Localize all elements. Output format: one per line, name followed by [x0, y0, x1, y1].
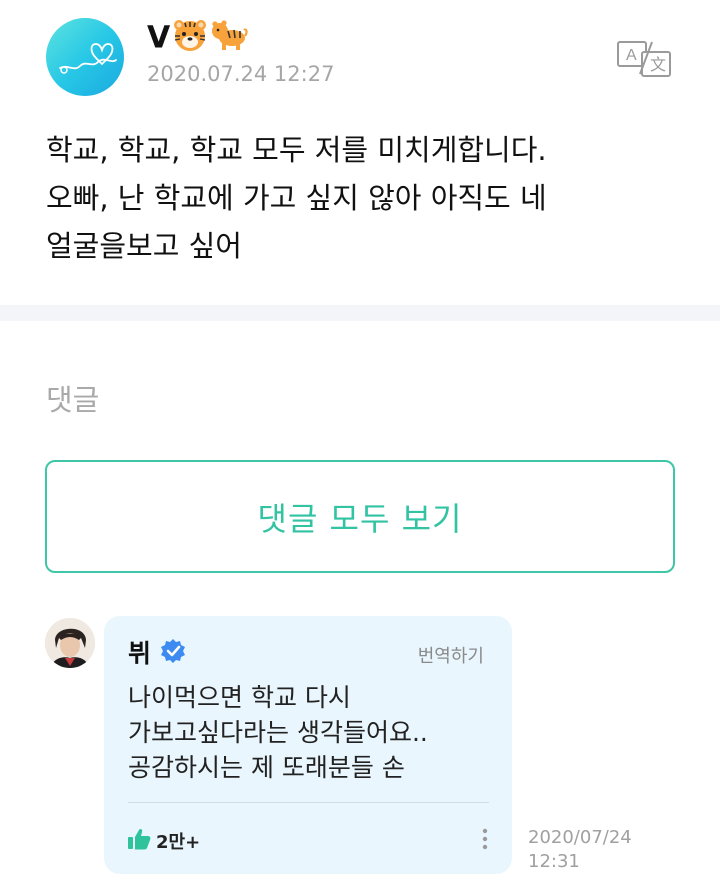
post-header: V 2020.07.24 12:27 A 文: [0, 0, 720, 110]
comment-text-line: 공감하시는 제 또래분들 손: [128, 753, 405, 782]
svg-text:文: 文: [650, 56, 666, 74]
thumbs-up-icon[interactable]: [126, 826, 152, 852]
section-divider: [0, 305, 720, 321]
post-body-line: 학교, 학교, 학교 모두 저를 미치게합니다.: [46, 133, 547, 167]
post-body: 학교, 학교, 학교 모두 저를 미치게합니다. 오빠, 난 학교에 가고 싶지…: [46, 126, 686, 270]
comment-card: 뷔 번역하기 나이먹으면 학교 다시 가보고싶다라는 생각들어요.. 공감하시는…: [104, 616, 512, 874]
post-timestamp: 2020.07.24 12:27: [147, 62, 335, 86]
verified-check-icon: [160, 638, 186, 664]
svg-text:A: A: [626, 47, 637, 64]
comment-divider: [128, 802, 489, 803]
commenter-name[interactable]: 뷔: [128, 634, 151, 670]
heart-doodle-icon: [59, 43, 117, 74]
author-name[interactable]: V: [147, 18, 248, 60]
view-all-comments-label: 댓글 모두 보기: [257, 499, 463, 538]
commenter-portrait-icon: [45, 618, 95, 668]
translate-icon[interactable]: A 文: [612, 36, 674, 78]
comment-text-line: 나이먹으면 학교 다시: [128, 683, 351, 712]
author-name-text: V: [147, 20, 171, 56]
commenter-avatar[interactable]: [45, 618, 95, 668]
comments-section-label: 댓글: [46, 383, 100, 417]
like-count: 2만+: [156, 832, 201, 853]
comment-text-line: 가보고싶다라는 생각들어요..: [128, 718, 428, 747]
comment-timestamp: 2020/07/24 12:31: [528, 826, 632, 874]
tiger-icon: [210, 18, 248, 60]
comment-text: 나이먹으면 학교 다시 가보고싶다라는 생각들어요.. 공감하시는 제 또래분들…: [128, 680, 428, 785]
more-vertical-icon[interactable]: [480, 826, 490, 852]
author-avatar[interactable]: [46, 18, 124, 96]
tiger-face-icon: [172, 18, 208, 60]
comment-date: 2020/07/24: [528, 827, 632, 848]
post-body-line: 얼굴을보고 싶어: [46, 229, 242, 263]
translate-comment-link[interactable]: 번역하기: [418, 642, 484, 668]
comment-time: 12:31: [528, 851, 580, 872]
view-all-comments-button[interactable]: 댓글 모두 보기: [45, 460, 675, 573]
post-body-line: 오빠, 난 학교에 가고 싶지 않아 아직도 네: [46, 181, 547, 215]
